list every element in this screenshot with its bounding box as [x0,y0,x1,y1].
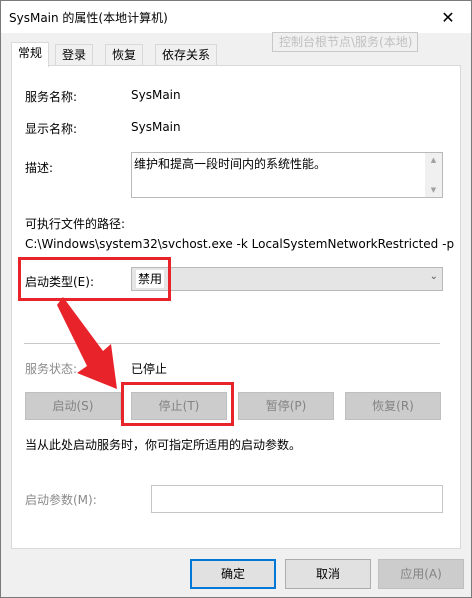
exe-path-label: 可执行文件的路径: [25,217,126,231]
resume-button[interactable]: 恢复(R) [345,392,441,420]
description-text: 维护和提高一段时间内的系统性能。 [134,157,327,171]
tab-logon[interactable]: 登录 [55,44,94,66]
divider [24,343,440,344]
start-params-input[interactable] [151,485,443,513]
service-status-label: 服务状态: [25,362,78,376]
startup-type-value: 禁用 [136,270,165,288]
tab-dependencies[interactable]: 依存关系 [155,44,218,66]
service-name-value: SysMain [131,88,181,102]
startup-type-label: 启动类型(E): [25,275,94,289]
general-panel: 服务名称: SysMain 显示名称: SysMain 描述: 维护和提高一段时… [11,65,461,549]
startup-type-select[interactable]: 禁用 ⌄ [131,267,443,291]
tab-recovery[interactable]: 恢复 [105,44,144,66]
service-name-label: 服务名称: [25,90,78,104]
start-params-label: 启动参数(M): [25,493,97,507]
tab-general[interactable]: 常规 [11,42,50,67]
service-status-value: 已停止 [131,362,168,376]
start-params-hint: 当从此处启动服务时，你可指定所适用的启动参数。 [25,438,302,452]
description-scrollbar[interactable]: ▲ ▼ [425,153,442,197]
scroll-up-icon[interactable]: ▲ [425,153,442,167]
cancel-button[interactable]: 取消 [285,559,371,589]
display-name-value: SysMain [131,120,181,134]
ok-button[interactable]: 确定 [190,559,276,589]
apply-button[interactable]: 应用(A) [378,559,464,589]
tooltip: 控制台根节点\服务(本地) [272,32,418,52]
properties-dialog: SysMain 的属性(本地计算机) ✕ 常规 登录 恢复 依存关系 控制台根节… [0,0,472,598]
description-box[interactable]: 维护和提高一段时间内的系统性能。 ▲ ▼ [131,152,443,198]
start-button[interactable]: 启动(S) [25,392,121,420]
description-label: 描述: [25,161,54,175]
window-title: SysMain 的属性(本地计算机) [9,10,168,25]
scroll-down-icon[interactable]: ▼ [425,183,442,197]
pause-button[interactable]: 暂停(P) [238,392,334,420]
close-icon[interactable]: ✕ [425,1,471,33]
title-bar[interactable]: SysMain 的属性(本地计算机) ✕ [1,1,471,33]
stop-button[interactable]: 停止(T) [131,392,227,420]
chevron-down-icon: ⌄ [429,271,438,282]
display-name-label: 显示名称: [25,122,78,136]
exe-path-value: C:\Windows\system32\svchost.exe -k Local… [25,237,455,251]
